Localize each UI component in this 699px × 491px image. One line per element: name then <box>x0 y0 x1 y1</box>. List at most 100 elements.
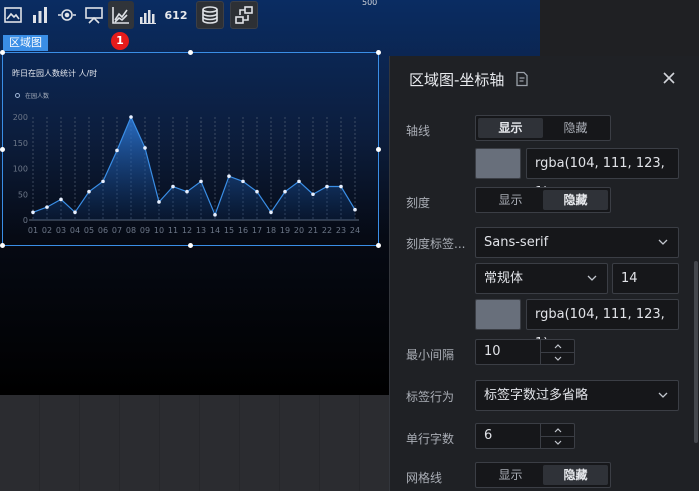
grid-show-option[interactable]: 显示 <box>478 465 543 485</box>
data-point <box>171 184 175 189</box>
x-tick-label: 17 <box>252 226 262 235</box>
label-behavior-select[interactable]: 标签字数过多省略 <box>475 380 679 411</box>
chevron-down-icon <box>554 356 561 361</box>
bar-chart-icon[interactable] <box>27 1 53 29</box>
data-point <box>31 210 35 215</box>
chevron-up-icon <box>554 343 561 348</box>
canvas-edge <box>540 0 699 56</box>
data-point <box>45 205 49 209</box>
data-point <box>73 210 77 215</box>
data-point <box>185 189 189 194</box>
increment-button[interactable] <box>541 424 574 436</box>
data-link-icon[interactable] <box>230 1 258 29</box>
presentation-icon[interactable] <box>81 1 107 29</box>
data-point <box>353 207 357 212</box>
font-size-input[interactable]: 14 <box>612 263 679 294</box>
legend-label: 在园人数 <box>25 93 50 100</box>
axis-line-show-option[interactable]: 显示 <box>478 118 543 138</box>
data-point <box>101 179 105 184</box>
x-tick-label: 10 <box>154 226 164 235</box>
x-tick-label: 03 <box>56 226 66 235</box>
decrement-button[interactable] <box>541 352 574 364</box>
component-name-tag[interactable]: 区域图 <box>3 35 48 51</box>
tick-hide-option[interactable]: 隐藏 <box>543 190 608 210</box>
data-point <box>255 189 259 194</box>
increment-button[interactable] <box>541 340 574 352</box>
resize-handle[interactable] <box>376 243 381 248</box>
tick-toggle[interactable]: 显示 隐藏 <box>475 187 611 213</box>
axis-line-color-field[interactable]: rgba(104, 111, 123, 1) <box>526 148 679 200</box>
axis-line-color-swatch[interactable] <box>475 148 521 179</box>
x-tick-label: 13 <box>196 226 206 235</box>
min-interval-label: 最小间隔 <box>406 348 455 362</box>
data-point <box>269 210 273 215</box>
chars-per-line-label: 单行字数 <box>406 432 455 446</box>
axis-line-label: 轴线 <box>406 124 431 138</box>
panel-scrollbar[interactable] <box>694 261 698 443</box>
x-tick-label: 16 <box>238 226 248 235</box>
database-icon[interactable] <box>196 1 224 29</box>
resize-handle[interactable] <box>0 50 5 55</box>
axis-line-toggle[interactable]: 显示 隐藏 <box>475 115 611 141</box>
chars-per-line-value: 6 <box>484 428 493 443</box>
area-fill <box>33 117 355 220</box>
x-tick-label: 15 <box>224 226 234 235</box>
tick-show-option[interactable]: 显示 <box>478 190 543 210</box>
image-icon[interactable] <box>0 1 26 29</box>
tick-label: 刻度 <box>406 196 431 210</box>
panel-title: 区域图-坐标轴 <box>409 70 505 89</box>
x-tick-label: 23 <box>336 226 346 235</box>
number-tool[interactable]: 612 <box>162 1 190 29</box>
number-tool-label: 612 <box>164 8 188 22</box>
x-tick-label: 09 <box>140 226 150 235</box>
x-tick-label: 24 <box>350 226 360 235</box>
data-point <box>311 192 315 197</box>
panel-header: 区域图-坐标轴 <box>390 56 699 102</box>
grid-hide-option[interactable]: 隐藏 <box>543 465 608 485</box>
x-tick-label: 08 <box>126 226 136 235</box>
resize-handle[interactable] <box>0 243 5 248</box>
data-point <box>325 184 329 189</box>
step-marker-1: 1 <box>111 32 129 50</box>
resize-handle[interactable] <box>188 243 193 248</box>
eye-icon[interactable] <box>54 1 80 29</box>
decrement-button[interactable] <box>541 436 574 448</box>
tick-label-setting-label: 刻度标签... <box>406 237 466 251</box>
chars-per-line-stepper-buttons <box>540 424 574 448</box>
min-interval-stepper[interactable]: 10 <box>475 339 575 365</box>
resize-handle[interactable] <box>188 50 193 55</box>
chars-per-line-stepper[interactable]: 6 <box>475 423 575 449</box>
data-point <box>227 174 231 179</box>
data-point <box>157 200 161 204</box>
resize-handle[interactable] <box>376 50 381 55</box>
legend-marker-icon <box>15 93 20 98</box>
x-tick-label: 01 <box>28 226 38 235</box>
data-point <box>199 179 203 184</box>
data-point <box>87 189 91 194</box>
y-tick-label: 200 <box>13 113 28 122</box>
y-tick-label: 100 <box>13 165 28 174</box>
font-family-select[interactable]: Sans-serif <box>475 227 679 258</box>
chevron-down-icon <box>587 275 597 281</box>
x-tick-label: 20 <box>294 226 304 235</box>
document-icon[interactable] <box>514 71 530 87</box>
label-behavior-label: 标签行为 <box>406 390 455 404</box>
tick-label-color-field[interactable]: rgba(104, 111, 123, 1) <box>526 299 679 351</box>
close-icon[interactable] <box>663 72 675 84</box>
data-point <box>143 146 147 150</box>
data-point <box>283 189 287 194</box>
font-weight-select[interactable]: 常规体 <box>475 263 608 294</box>
component-toolbar: 612 <box>0 0 259 30</box>
font-weight-value: 常规体 <box>484 271 524 286</box>
tick-label-color-swatch[interactable] <box>475 299 521 330</box>
area-chart-icon[interactable] <box>108 1 134 29</box>
chevron-up-icon <box>554 427 561 432</box>
grid-line-toggle[interactable]: 显示 隐藏 <box>475 462 611 488</box>
x-tick-label: 12 <box>182 226 192 235</box>
chart-legend: 在园人数 <box>15 91 49 100</box>
data-point <box>297 179 301 184</box>
min-interval-stepper-buttons <box>540 340 574 364</box>
x-tick-label: 14 <box>210 226 220 235</box>
histogram-icon[interactable] <box>135 1 161 29</box>
axis-line-hide-option[interactable]: 隐藏 <box>543 118 608 138</box>
